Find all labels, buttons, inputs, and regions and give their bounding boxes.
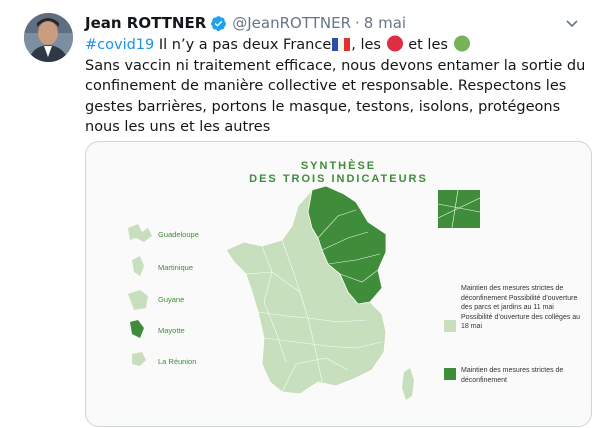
verified-badge-icon [211, 15, 227, 31]
tweet-image[interactable]: SYNTHÈSE DES TROIS INDICATEURS Guadeloup… [85, 141, 592, 427]
red-circle-emoji [386, 35, 403, 52]
territory-label-guadeloupe: Guadeloupe [158, 230, 199, 239]
france-flag-emoji [332, 38, 351, 51]
reunion-shape [132, 352, 146, 366]
display-name[interactable]: Jean ROTTNER [85, 14, 206, 32]
guyane-shape [128, 290, 148, 310]
tweet-text-segment: et les [403, 37, 453, 53]
map-title-line2: DES TROIS INDICATEURS [249, 173, 428, 185]
map-title-line1: SYNTHÈSE [300, 160, 377, 172]
mayotte-shape [130, 320, 144, 338]
territory-label-mayotte: Mayotte [158, 326, 185, 335]
legend-text-light: Maintien des mesures strictes de déconfi… [461, 285, 581, 330]
ile-de-france-inset [438, 190, 480, 228]
tweet-text-segment: Il n’y a pas deux France [154, 37, 332, 53]
tweet-body: Sans vaccin ni traitement efficace, nous… [85, 57, 586, 136]
territory-label-reunion: La Réunion [158, 357, 197, 366]
legend-swatch-light [444, 320, 456, 332]
handle[interactable]: @JeanROTTNER [232, 14, 351, 32]
guadeloupe-shape [128, 224, 152, 242]
tweet-first-line: #covid19 Il n’y a pas deux France , les e… [85, 35, 590, 56]
avatar[interactable] [24, 13, 73, 62]
territory-label-martinique: Martinique [158, 263, 194, 272]
tweet-header: Jean ROTTNER @JeanROTTNER · 8 mai [85, 12, 586, 34]
separator: · [355, 14, 360, 32]
green-circle-emoji [453, 35, 470, 52]
tweet-text: #covid19 Il n’y a pas deux France , les e… [85, 35, 590, 138]
corsica [402, 368, 414, 400]
legend-swatch-dark [444, 368, 456, 380]
tweet-text-segment: , les [351, 37, 386, 53]
avatar-photo [24, 13, 73, 62]
legend-text-dark: Maintien des mesures strictes de déconfi… [461, 367, 564, 384]
territory-label-guyane: Guyane [158, 295, 185, 304]
chevron-down-icon[interactable] [564, 17, 580, 31]
timestamp[interactable]: 8 mai [364, 14, 406, 32]
martinique-shape [132, 256, 144, 276]
hashtag-link[interactable]: #covid19 [85, 37, 154, 53]
